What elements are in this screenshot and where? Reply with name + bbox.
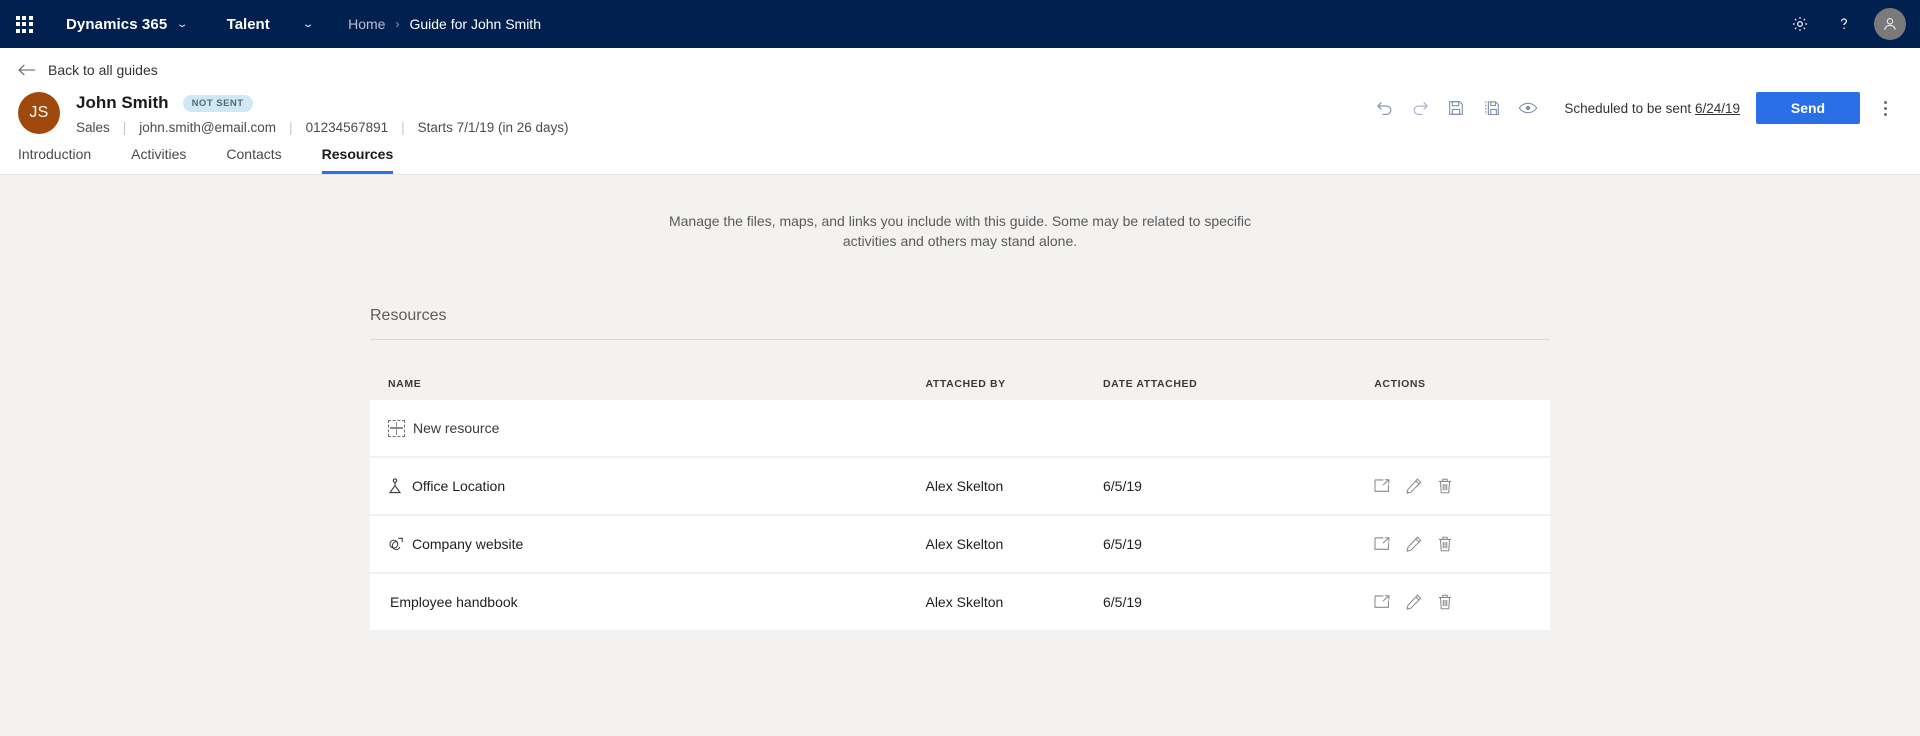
resource-name: Company website xyxy=(412,536,524,552)
row-actions xyxy=(1374,594,1532,610)
back-to-all-guides-button[interactable]: Back to all guides xyxy=(0,48,1920,86)
column-header-name: NAME xyxy=(388,378,422,390)
meta-separator: | xyxy=(122,120,127,135)
scheduled-status: Scheduled to be sent 6/24/19 xyxy=(1564,101,1740,116)
app-chevron-down-icon[interactable]: ⌄ xyxy=(302,19,315,30)
brand-dynamics-365[interactable]: Dynamics 365 xyxy=(66,16,167,33)
panel-title: Resources xyxy=(370,307,1550,340)
profile-row: JS John Smith NOT SENT Sales | john.smit… xyxy=(0,86,1920,135)
tab-contacts[interactable]: Contacts xyxy=(226,146,281,174)
guide-action-bar: Scheduled to be sent 6/24/19 Send xyxy=(1366,92,1902,124)
edit-pencil-icon[interactable] xyxy=(1406,594,1422,610)
waffle-grid-icon xyxy=(15,15,33,33)
meta-phone: 01234567891 xyxy=(305,120,389,135)
main-content: Manage the files, maps, and links you in… xyxy=(0,175,1920,630)
trash-icon[interactable] xyxy=(1438,536,1452,552)
intro-description: Manage the files, maps, and links you in… xyxy=(668,213,1252,249)
open-in-new-icon[interactable] xyxy=(1374,595,1390,609)
app-launcher-button[interactable] xyxy=(0,0,48,48)
breadcrumb-home-link[interactable]: Home xyxy=(348,16,385,32)
tab-resources[interactable]: Resources xyxy=(321,146,394,174)
date-attached: 6/5/19 xyxy=(1103,594,1142,610)
meta-start-date: Starts 7/1/19 (in 26 days) xyxy=(417,120,569,135)
breadcrumb-separator-icon: › xyxy=(395,17,400,31)
guide-subheader: Back to all guides JS John Smith NOT SEN… xyxy=(0,48,1920,175)
resource-name: Office Location xyxy=(412,478,506,494)
tab-introduction[interactable]: Introduction xyxy=(18,146,91,174)
user-avatar-top[interactable] xyxy=(1874,8,1906,40)
preview-button[interactable] xyxy=(1510,92,1546,124)
resource-name-cell: Employee handbook xyxy=(388,594,925,610)
settings-gear-button[interactable] xyxy=(1780,4,1820,44)
breadcrumb: Home › Guide for John Smith xyxy=(348,16,541,32)
avatar: JS xyxy=(18,92,60,134)
new-resource-label: New resource xyxy=(413,420,500,436)
tab-activities[interactable]: Activities xyxy=(131,146,186,174)
brand-chevron-down-icon[interactable]: ⌄ xyxy=(176,19,189,30)
top-bar-right-actions xyxy=(1780,0,1912,48)
table-row[interactable]: Office Location Alex Skelton 6/5/19 xyxy=(370,458,1550,514)
row-actions xyxy=(1374,478,1532,494)
top-navigation-bar: Dynamics 365 ⌄ Talent ⌄ Home › Guide for… xyxy=(0,0,1920,48)
meta-email: john.smith@email.com xyxy=(139,120,277,135)
meta-separator: | xyxy=(289,120,293,135)
new-resource-row[interactable]: New resource xyxy=(370,400,1550,456)
redo-button[interactable] xyxy=(1402,92,1438,124)
resources-panel: Resources NAME ATTACHED BY DATE ATTACHED… xyxy=(370,307,1550,630)
scheduled-label: Scheduled to be sent xyxy=(1564,100,1692,116)
new-resource-button[interactable]: New resource xyxy=(388,419,500,437)
column-header-attached-by: ATTACHED BY xyxy=(925,378,1006,390)
table-row[interactable]: Company website Alex Skelton 6/5/19 xyxy=(370,516,1550,572)
table-header-row: NAME ATTACHED BY DATE ATTACHED ACTIONS xyxy=(370,378,1550,400)
undo-button[interactable] xyxy=(1366,92,1402,124)
page-title: John Smith xyxy=(76,93,169,112)
profile-info: John Smith NOT SENT Sales | john.smith@e… xyxy=(76,92,569,135)
attached-by: Alex Skelton xyxy=(925,536,1004,552)
send-button[interactable]: Send xyxy=(1756,92,1860,124)
new-resource-cell[interactable]: New resource xyxy=(388,419,925,437)
meta-department: Sales xyxy=(76,120,110,135)
save-button[interactable] xyxy=(1438,92,1474,124)
help-button[interactable] xyxy=(1824,4,1864,44)
more-options-button[interactable] xyxy=(1868,92,1902,124)
resources-table: NAME ATTACHED BY DATE ATTACHED ACTIONS N… xyxy=(370,378,1550,630)
status-badge: NOT SENT xyxy=(182,94,253,112)
edit-pencil-icon[interactable] xyxy=(1406,536,1422,552)
edit-pencil-icon[interactable] xyxy=(1406,478,1422,494)
arrow-left-icon xyxy=(18,63,36,77)
resource-name: Employee handbook xyxy=(390,594,518,610)
tab-bar: Introduction Activities Contacts Resourc… xyxy=(0,135,1920,175)
trash-icon[interactable] xyxy=(1438,594,1452,610)
map-pin-icon xyxy=(388,478,410,494)
open-in-new-icon[interactable] xyxy=(1374,537,1390,551)
app-name-talent[interactable]: Talent xyxy=(227,16,270,33)
profile-meta: Sales | john.smith@email.com | 012345678… xyxy=(76,120,569,135)
plus-icon xyxy=(388,419,405,437)
column-header-date-attached: DATE ATTACHED xyxy=(1103,378,1198,390)
name-line: John Smith NOT SENT xyxy=(76,93,569,113)
trash-icon[interactable] xyxy=(1438,478,1452,494)
scheduled-date-link[interactable]: 6/24/19 xyxy=(1695,101,1740,116)
open-in-new-icon[interactable] xyxy=(1374,479,1390,493)
table-row[interactable]: Employee handbook Alex Skelton 6/5/19 xyxy=(370,574,1550,630)
link-icon xyxy=(388,537,410,551)
date-attached: 6/5/19 xyxy=(1103,478,1142,494)
meta-separator: | xyxy=(401,120,405,135)
back-label: Back to all guides xyxy=(48,62,158,78)
row-actions xyxy=(1374,536,1532,552)
breadcrumb-current-page: Guide for John Smith xyxy=(409,16,541,32)
save-as-template-button[interactable] xyxy=(1474,92,1510,124)
resource-name-cell: Company website xyxy=(388,536,925,552)
column-header-actions: ACTIONS xyxy=(1374,378,1426,390)
resource-name-cell: Office Location xyxy=(388,478,925,494)
attached-by: Alex Skelton xyxy=(925,594,1004,610)
date-attached: 6/5/19 xyxy=(1103,536,1142,552)
attached-by: Alex Skelton xyxy=(925,478,1004,494)
